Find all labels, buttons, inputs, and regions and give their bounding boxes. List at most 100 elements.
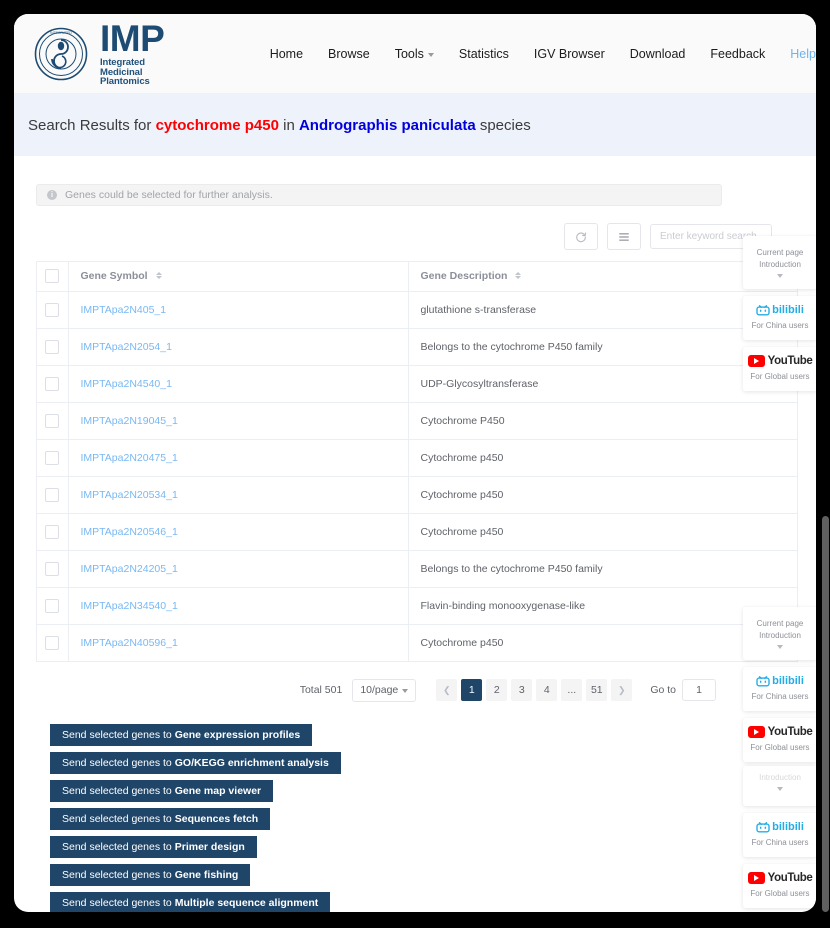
row-checkbox[interactable] [45, 376, 60, 391]
action-prefix: Send selected genes to [62, 812, 172, 825]
scrollbar-thumb[interactable] [822, 516, 829, 912]
action-prefix: Send selected genes to [62, 896, 172, 909]
column-settings-button[interactable] [607, 223, 641, 250]
imp-seal-logo-icon: INTEGRATED [34, 27, 88, 80]
row-checkbox[interactable] [45, 413, 60, 428]
goto-page-input[interactable] [682, 679, 716, 701]
sort-icon[interactable] [515, 271, 522, 279]
brand[interactable]: INTEGRATED IMP Integrated Medicinal Plan… [34, 20, 188, 87]
bilibili-card[interactable]: bilibili For China users [743, 813, 816, 857]
gene-symbol-link[interactable]: IMPTApa2N4540_1 [81, 378, 172, 390]
pagination-next-button[interactable]: ❯ [611, 679, 633, 701]
nav-item-igv-browser[interactable]: IGV Browser [534, 47, 605, 61]
action-target: Gene map viewer [174, 784, 262, 797]
youtube-logo-icon: YouTube [747, 355, 813, 367]
row-checkbox[interactable] [45, 450, 60, 465]
youtube-card[interactable]: YouTube For Global users [743, 864, 816, 908]
send-to-gene-map-viewer-button[interactable]: Send selected genes to Gene map viewer [50, 779, 274, 802]
page-scrollbar[interactable] [821, 0, 830, 928]
intro-line-2: Introduction [759, 631, 801, 640]
main-navigation: Home Browse Tools Statistics IGV Browser… [270, 47, 816, 61]
page-size-select[interactable]: 10/page [352, 678, 417, 702]
row-checkbox[interactable] [45, 635, 60, 650]
nav-label: Help [790, 46, 816, 61]
current-page-introduction-card[interactable]: Current page Introduction [743, 236, 816, 289]
gene-description-cell: Cytochrome p450 [408, 624, 798, 662]
gene-symbol-cell: IMPTApa2N20534_1 [68, 476, 409, 514]
current-page-introduction-card[interactable]: Current page Introduction [743, 607, 816, 660]
intro-line-2: Introduction [759, 772, 801, 782]
row-checkbox[interactable] [45, 524, 60, 539]
pagination-page-2[interactable]: 2 [486, 679, 508, 701]
table-row: IMPTApa2N4540_1 UDP-Glycosyltransferase [37, 365, 798, 403]
gene-symbol-link[interactable]: IMPTApa2N19045_1 [81, 415, 178, 427]
select-all-checkbox[interactable] [45, 269, 60, 284]
gene-symbol-cell: IMPTApa2N40596_1 [68, 624, 409, 662]
send-to-multiple-sequence-alignment-button[interactable]: Send selected genes to Multiple sequence… [50, 891, 331, 912]
row-checkbox[interactable] [45, 487, 60, 502]
row-select-cell [37, 513, 69, 551]
action-prefix: Send selected genes to [62, 840, 172, 853]
bilibili-card[interactable]: bilibili For China users [743, 667, 816, 711]
nav-item-help[interactable]: Help [790, 47, 816, 61]
pagination-page-4[interactable]: 4 [536, 679, 558, 701]
svg-text:INTEGRATED: INTEGRATED [50, 31, 72, 35]
table-row: IMPTApa2N19045_1 Cytochrome P450 [37, 402, 798, 440]
nav-item-feedback[interactable]: Feedback [710, 47, 765, 61]
pagination-ellipsis[interactable]: ... [561, 679, 583, 701]
nav-label: Tools [394, 46, 424, 61]
gene-description-cell: Cytochrome p450 [408, 476, 798, 514]
gene-symbol-link[interactable]: IMPTApa2N34540_1 [81, 600, 178, 612]
gene-symbol-cell: IMPTApa2N34540_1 [68, 587, 409, 625]
column-header-gene-symbol[interactable]: Gene Symbol [68, 262, 409, 292]
send-to-gene-fishing-button[interactable]: Send selected genes to Gene fishing [50, 863, 251, 886]
action-target: Gene fishing [174, 868, 239, 881]
action-target: Primer design [174, 840, 245, 853]
nav-item-home[interactable]: Home [270, 47, 303, 61]
youtube-caption: For Global users [750, 372, 810, 381]
refresh-button[interactable] [564, 223, 598, 250]
gene-symbol-cell: IMPTApa2N19045_1 [68, 402, 409, 440]
row-checkbox[interactable] [45, 302, 60, 317]
bilibili-card[interactable]: bilibili For China users [743, 296, 816, 340]
pagination-page-1[interactable]: 1 [461, 679, 483, 701]
gene-symbol-link[interactable]: IMPTApa2N20534_1 [81, 489, 178, 501]
gene-symbol-cell: IMPTApa2N405_1 [68, 291, 409, 329]
row-select-cell [37, 624, 69, 662]
send-to-primer-design-button[interactable]: Send selected genes to Primer design [50, 835, 257, 858]
gene-symbol-link[interactable]: IMPTApa2N405_1 [81, 304, 167, 316]
intro-line-1: Current page [756, 248, 804, 257]
nav-item-tools[interactable]: Tools [395, 47, 434, 61]
banner-species: Andrographis paniculata [298, 116, 476, 134]
gene-symbol-link[interactable]: IMPTApa2N2054_1 [81, 341, 172, 353]
row-checkbox[interactable] [45, 561, 60, 576]
bilibili-logo-icon: bilibili [756, 304, 804, 316]
youtube-card[interactable]: YouTube For Global users [743, 347, 816, 391]
gene-symbol-link[interactable]: IMPTApa2N40596_1 [81, 637, 178, 649]
gene-symbol-cell: IMPTApa2N20475_1 [68, 439, 409, 477]
pagination-prev-button[interactable]: ❮ [436, 679, 458, 701]
youtube-logo-icon: YouTube [747, 726, 813, 738]
current-page-introduction-card[interactable]: Introduction [743, 766, 816, 806]
pagination-page-51[interactable]: 51 [586, 679, 608, 701]
gene-symbol-link[interactable]: IMPTApa2N24205_1 [81, 563, 178, 575]
nav-item-download[interactable]: Download [630, 47, 686, 61]
gene-symbol-cell: IMPTApa2N2054_1 [68, 328, 409, 366]
sort-icon[interactable] [155, 271, 162, 279]
row-checkbox[interactable] [45, 598, 60, 613]
gene-symbol-link[interactable]: IMPTApa2N20546_1 [81, 526, 178, 538]
row-checkbox[interactable] [45, 339, 60, 354]
gene-symbol-link[interactable]: IMPTApa2N20475_1 [81, 452, 178, 464]
send-to-go-kegg-enrichment-button[interactable]: Send selected genes to GO/KEGG enrichmen… [50, 751, 341, 774]
action-prefix: Send selected genes to [62, 756, 172, 769]
action-prefix: Send selected genes to [62, 728, 172, 741]
send-to-sequences-fetch-button[interactable]: Send selected genes to Sequences fetch [50, 807, 271, 830]
send-to-gene-expression-profiles-button[interactable]: Send selected genes to Gene expression p… [50, 723, 313, 746]
action-buttons: Send selected genes to Gene expression p… [36, 723, 794, 912]
bilibili-wordmark: bilibili [772, 821, 804, 833]
column-header-gene-description[interactable]: Gene Description [408, 262, 798, 292]
pagination-page-3[interactable]: 3 [511, 679, 533, 701]
nav-item-statistics[interactable]: Statistics [459, 47, 509, 61]
nav-item-browse[interactable]: Browse [328, 47, 370, 61]
youtube-card[interactable]: YouTube For Global users [743, 718, 816, 762]
